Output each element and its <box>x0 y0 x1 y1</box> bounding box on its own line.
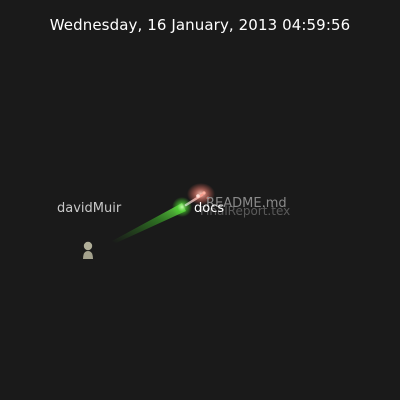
person-avatar-icon <box>83 241 93 259</box>
directory-label: docs <box>194 201 225 216</box>
visualization-canvas <box>83 183 215 259</box>
file-dot <box>202 191 206 195</box>
gource-visualization: Wednesday, 16 January, 2013 04:59:56 dav… <box>0 0 400 400</box>
directory-node-glow <box>172 197 192 217</box>
user-name-label: davidMuir <box>57 201 122 216</box>
file-dot <box>196 194 200 198</box>
